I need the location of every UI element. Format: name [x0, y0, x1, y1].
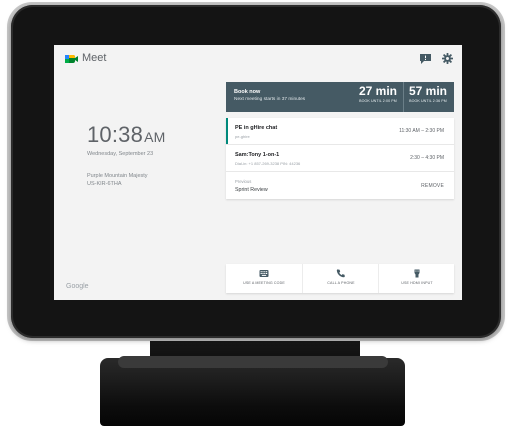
- action-label: CALL A PHONE: [327, 281, 355, 285]
- meeting-item[interactable]: PE in gHire chat pe-ghire 11:30 AM – 2:3…: [226, 118, 454, 145]
- book-now-subtitle: Next meeting starts in 37 minutes: [234, 97, 306, 102]
- meeting-time: 2:30 – 4:30 PM: [410, 155, 444, 161]
- google-logo: Google: [66, 283, 89, 290]
- clock-time: 10:38: [87, 122, 144, 147]
- book-57-min-button[interactable]: 57 min BOOK UNTIL 2:36 PM: [403, 82, 452, 112]
- clock-ampm: AM: [144, 129, 166, 145]
- hdmi-input-button[interactable]: USE HDMI INPUT: [378, 264, 455, 293]
- current-meeting-accent: [226, 118, 228, 144]
- meet-screen: Meet 10:38AM Wednesday, September 23 Pur…: [54, 45, 462, 300]
- clock: 10:38AM: [87, 122, 165, 148]
- gear-icon[interactable]: [442, 53, 453, 64]
- current-date: Wednesday, September 23: [87, 151, 154, 157]
- hdmi-icon: [414, 269, 420, 278]
- meeting-item[interactable]: Sam:Tony 1-on-1 Dial-in: +1 857-269-3238…: [226, 145, 454, 172]
- book-option-minutes: 57 min: [408, 84, 447, 98]
- action-bar: USE A MEETING CODE CALL A PHONE USE HDMI…: [226, 264, 454, 293]
- previous-meeting-title: Sprint Review: [235, 187, 268, 193]
- phone-icon: [336, 269, 345, 278]
- book-option-until: BOOK UNTIL 2:36 PM: [409, 99, 447, 103]
- book-now-card: Book now Next meeting starts in 37 minut…: [226, 82, 454, 112]
- meeting-subtitle: Dial-in: +1 857-269-3238 PIN: 44236: [235, 161, 301, 166]
- book-option-until: BOOK UNTIL 2:00 PM: [359, 99, 397, 103]
- top-bar: Meet: [54, 45, 462, 73]
- meeting-subtitle: pe-ghire: [235, 134, 250, 139]
- previous-meeting: Previous Sprint Review REMOVE: [226, 172, 454, 199]
- meeting-list: PE in gHire chat pe-ghire 11:30 AM – 2:3…: [226, 118, 454, 199]
- book-27-min-button[interactable]: 27 min BOOK UNTIL 2:00 PM: [354, 82, 402, 112]
- meeting-time: 11:30 AM – 2:30 PM: [399, 128, 444, 134]
- book-option-minutes: 27 min: [358, 84, 397, 98]
- room-code: US-KIR-6THA: [87, 181, 122, 187]
- device-stand-top: [118, 356, 388, 368]
- keyboard-icon: [259, 270, 269, 277]
- feedback-icon[interactable]: [420, 54, 431, 64]
- app-title: Meet: [82, 52, 107, 64]
- meeting-title: Sam:Tony 1-on-1: [235, 152, 280, 158]
- room-name: Purple Mountain Majesty: [87, 173, 148, 179]
- device-stand-base: [100, 358, 405, 426]
- meet-logo-icon: [65, 55, 78, 63]
- previous-label: Previous: [235, 179, 252, 184]
- call-phone-button[interactable]: CALL A PHONE: [302, 264, 379, 293]
- book-now-title: Book now: [234, 89, 261, 95]
- meeting-title: PE in gHire chat: [235, 125, 278, 131]
- action-label: USE A MEETING CODE: [243, 281, 285, 285]
- action-label: USE HDMI INPUT: [401, 281, 433, 285]
- remove-button[interactable]: REMOVE: [421, 183, 444, 189]
- meeting-code-button[interactable]: USE A MEETING CODE: [226, 264, 302, 293]
